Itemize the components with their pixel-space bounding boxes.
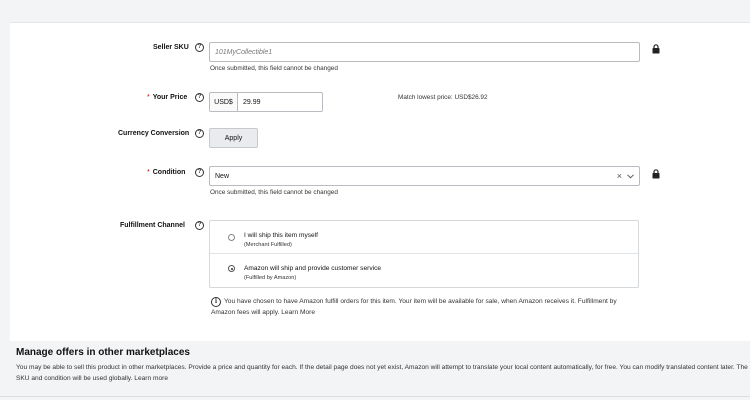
condition-select[interactable]: New × bbox=[209, 166, 640, 186]
required-marker: * bbox=[147, 94, 150, 101]
fulfillment-option-amazon[interactable]: Amazon will ship and provide customer se… bbox=[210, 255, 638, 288]
question-circle-icon[interactable]: ? bbox=[195, 129, 204, 138]
your-price-input[interactable]: USD$ 29.99 bbox=[209, 92, 323, 112]
question-circle-icon[interactable]: ? bbox=[195, 168, 204, 177]
question-circle-icon[interactable]: ? bbox=[195, 93, 204, 102]
condition-value: New bbox=[215, 172, 230, 180]
option-title: Amazon will ship and provide customer se… bbox=[244, 265, 382, 272]
listing-form-panel: Seller SKU ? 101MyCollectible1 Once subm… bbox=[10, 22, 750, 341]
lock-icon bbox=[652, 44, 660, 54]
lock-icon bbox=[652, 169, 660, 179]
seller-sku-hint: Once submitted, this field cannot be cha… bbox=[210, 65, 338, 72]
seller-sku-input[interactable]: 101MyCollectible1 bbox=[209, 42, 640, 62]
bottom-divider bbox=[0, 396, 750, 397]
question-circle-icon[interactable]: ? bbox=[195, 43, 204, 52]
fulfillment-info-message: You have chosen to have Amazon fulfill o… bbox=[211, 298, 617, 316]
seller-sku-placeholder: 101MyCollectible1 bbox=[215, 48, 273, 56]
question-circle-icon[interactable]: ? bbox=[195, 221, 204, 230]
fulfillment-info-text: You have chosen to have Amazon fulfill o… bbox=[211, 296, 641, 318]
your-price-label-text: Your Price bbox=[152, 94, 188, 101]
fulfillment-channel-label: Fulfillment Channel bbox=[120, 222, 185, 229]
radio-merchant-fulfilled[interactable] bbox=[228, 234, 235, 241]
learn-more-link[interactable]: Learn more bbox=[134, 375, 168, 382]
manage-offers-title: Manage offers in other marketplaces bbox=[16, 347, 190, 358]
match-lowest-price-text[interactable]: Match lowest price: USD$26.92 bbox=[398, 94, 488, 101]
seller-sku-label: Seller SKU bbox=[153, 44, 189, 51]
option-subtitle: (Fulfilled by Amazon) bbox=[244, 275, 297, 281]
currency-prefix: USD$ bbox=[210, 93, 238, 111]
condition-label-text: Condition bbox=[152, 169, 186, 176]
clear-icon[interactable]: × bbox=[617, 171, 622, 181]
manage-offers-description: You may be able to sell this product in … bbox=[16, 364, 750, 382]
currency-conversion-label: Currency Conversion bbox=[118, 130, 190, 137]
condition-hint: Once submitted, this field cannot be cha… bbox=[210, 189, 338, 196]
your-price-value: 29.99 bbox=[243, 98, 261, 106]
radio-fulfilled-by-amazon[interactable] bbox=[228, 265, 235, 272]
chevron-down-icon[interactable] bbox=[627, 174, 634, 179]
apply-button[interactable]: Apply bbox=[209, 128, 258, 148]
condition-label: * Condition bbox=[147, 169, 185, 176]
option-title: I will ship this item myself bbox=[244, 232, 319, 239]
learn-more-link[interactable]: Learn More bbox=[281, 309, 315, 316]
fulfillment-option-merchant[interactable]: I will ship this item myself (Merchant F… bbox=[210, 221, 638, 254]
fulfillment-options-box: I will ship this item myself (Merchant F… bbox=[209, 220, 639, 288]
option-subtitle: (Merchant Fulfilled) bbox=[244, 242, 292, 248]
your-price-label: * Your Price bbox=[147, 94, 187, 101]
required-marker: * bbox=[147, 169, 150, 176]
manage-offers-text: You may be able to sell this product in … bbox=[16, 362, 750, 384]
